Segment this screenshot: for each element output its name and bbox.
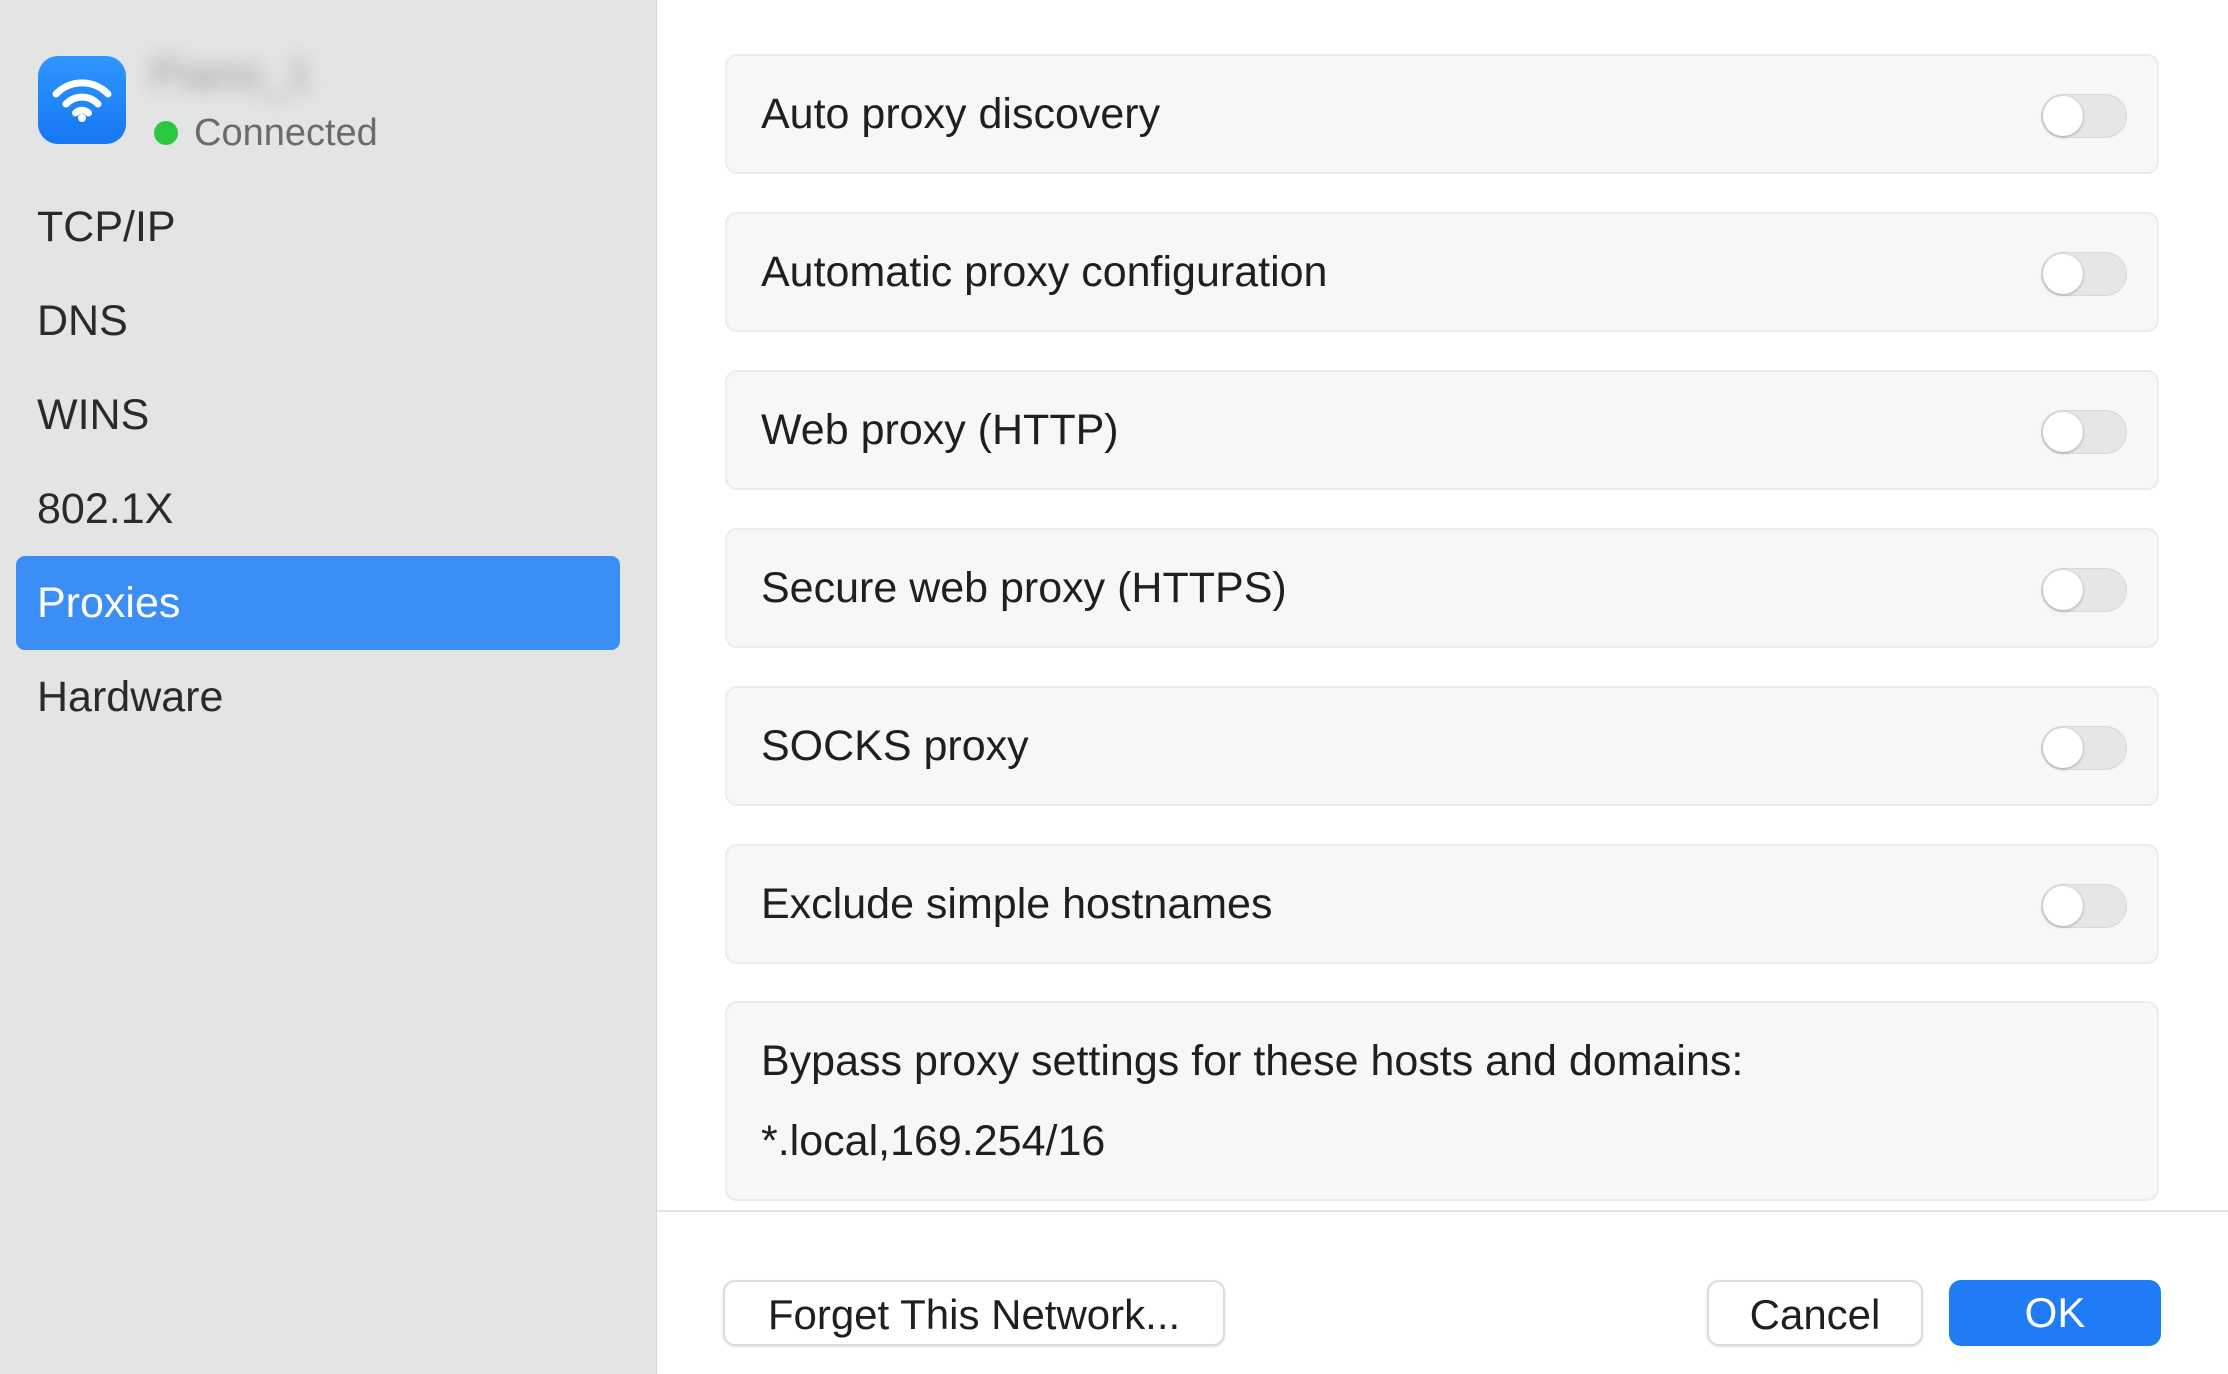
proxy-option-row: Secure web proxy (HTTPS) bbox=[725, 528, 2159, 648]
status-dot-icon bbox=[154, 121, 178, 145]
wifi-icon bbox=[38, 56, 126, 144]
sidebar-item-dns[interactable]: DNS bbox=[16, 274, 620, 368]
network-header: Piano_1 Connected bbox=[38, 50, 638, 160]
auto-proxy-discovery-toggle[interactable] bbox=[2041, 94, 2127, 138]
network-name: Piano_1 bbox=[150, 50, 312, 99]
ok-button[interactable]: OK bbox=[1949, 1280, 2161, 1346]
option-label: Secure web proxy (HTTPS) bbox=[761, 564, 1287, 612]
status-text: Connected bbox=[194, 111, 378, 154]
socks-proxy-toggle[interactable] bbox=[2041, 726, 2127, 770]
automatic-proxy-configuration-toggle[interactable] bbox=[2041, 252, 2127, 296]
bypass-label: Bypass proxy settings for these hosts an… bbox=[761, 1037, 1744, 1085]
proxies-panel: Auto proxy discovery Automatic proxy con… bbox=[657, 0, 2228, 1374]
toggle-knob bbox=[2043, 886, 2083, 926]
network-settings-window: Piano_1 Connected TCP/IP DNS WINS 802.1X… bbox=[0, 0, 2228, 1374]
option-label: Auto proxy discovery bbox=[761, 90, 1161, 138]
secure-web-proxy-https-toggle[interactable] bbox=[2041, 568, 2127, 612]
proxy-option-row: SOCKS proxy bbox=[725, 686, 2159, 806]
proxy-option-row: Auto proxy discovery bbox=[725, 54, 2159, 174]
option-label: Automatic proxy configuration bbox=[761, 248, 1328, 296]
toggle-knob bbox=[2043, 570, 2083, 610]
sidebar-item-hardware[interactable]: Hardware bbox=[16, 650, 620, 744]
sidebar-item-proxies[interactable]: Proxies bbox=[16, 556, 620, 650]
exclude-simple-hostnames-toggle[interactable] bbox=[2041, 884, 2127, 928]
sidebar-nav: TCP/IP DNS WINS 802.1X Proxies Hardware bbox=[16, 180, 620, 744]
web-proxy-http-toggle[interactable] bbox=[2041, 410, 2127, 454]
proxy-option-row: Web proxy (HTTP) bbox=[725, 370, 2159, 490]
toggle-knob bbox=[2043, 254, 2083, 294]
toggle-knob bbox=[2043, 412, 2083, 452]
cancel-button[interactable]: Cancel bbox=[1707, 1280, 1923, 1346]
option-label: SOCKS proxy bbox=[761, 722, 1029, 770]
sidebar: Piano_1 Connected TCP/IP DNS WINS 802.1X… bbox=[0, 0, 657, 1374]
connection-status: Connected bbox=[154, 108, 378, 158]
option-label: Exclude simple hostnames bbox=[761, 880, 1273, 928]
bypass-proxy-section: Bypass proxy settings for these hosts an… bbox=[725, 1001, 2159, 1201]
option-label: Web proxy (HTTP) bbox=[761, 406, 1119, 454]
sidebar-item-wins[interactable]: WINS bbox=[16, 368, 620, 462]
footer-divider bbox=[657, 1210, 2228, 1212]
toggle-knob bbox=[2043, 96, 2083, 136]
forget-network-button[interactable]: Forget This Network... bbox=[723, 1280, 1225, 1346]
toggle-knob bbox=[2043, 728, 2083, 768]
bypass-hosts-field[interactable]: *.local,169.254/16 bbox=[761, 1117, 1105, 1166]
sidebar-item-tcpip[interactable]: TCP/IP bbox=[16, 180, 620, 274]
sidebar-item-8021x[interactable]: 802.1X bbox=[16, 462, 620, 556]
proxy-option-row: Automatic proxy configuration bbox=[725, 212, 2159, 332]
proxy-option-row: Exclude simple hostnames bbox=[725, 844, 2159, 964]
